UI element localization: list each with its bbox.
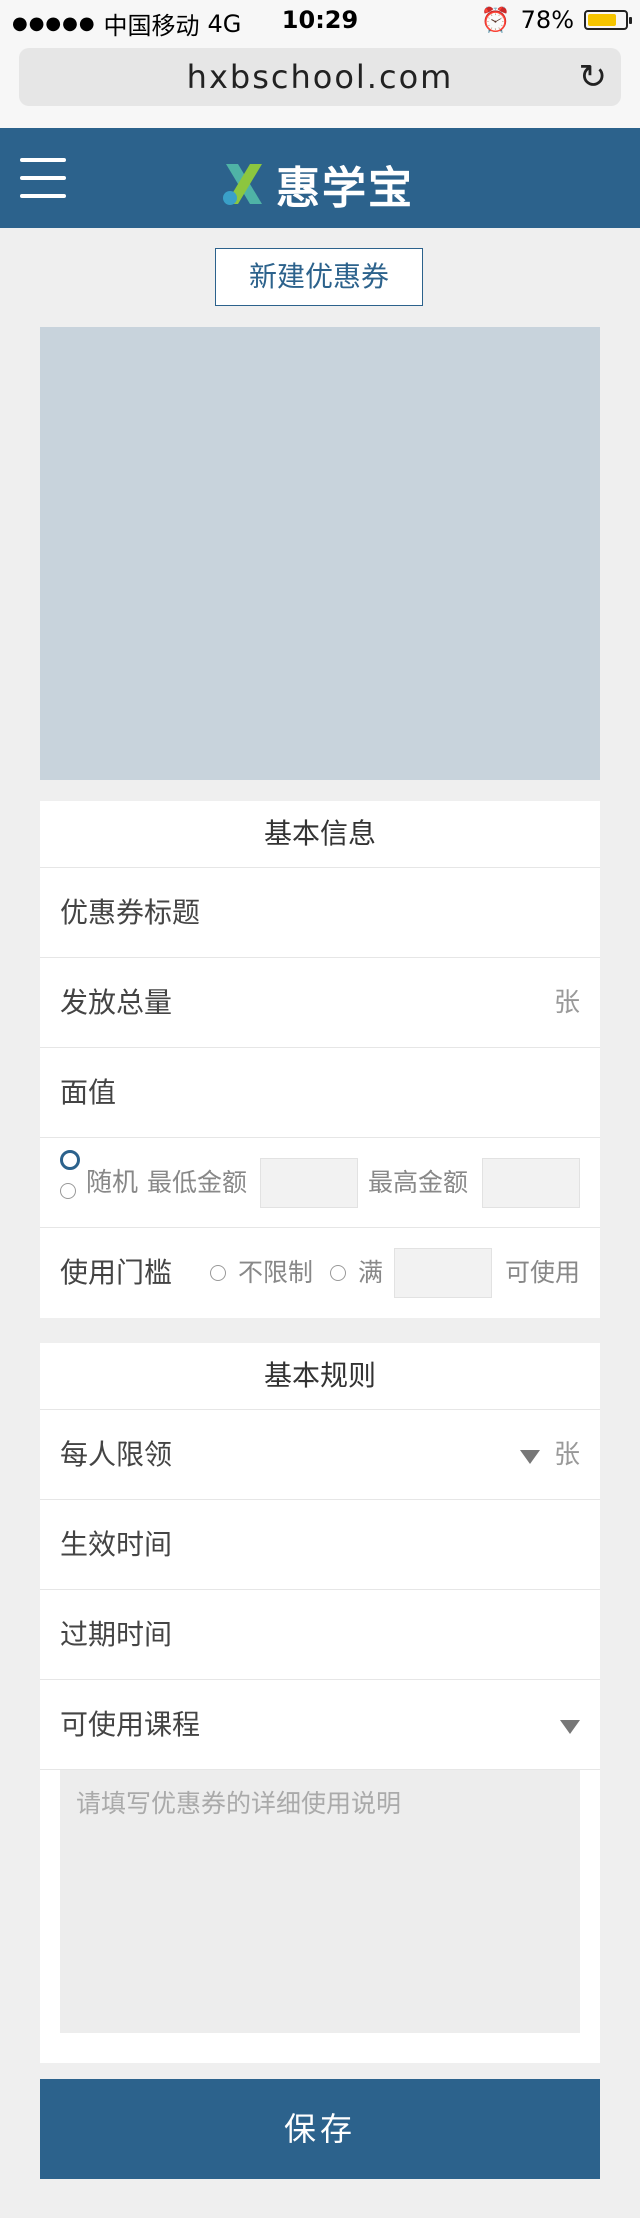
random-label: 随机: [86, 1168, 139, 1198]
courses-label: 可使用课程: [60, 1708, 201, 1741]
usable-label: 可使用: [504, 1258, 580, 1287]
full-label: 满: [358, 1258, 384, 1287]
full-radio[interactable]: [330, 1265, 346, 1281]
radio-selected-icon[interactable]: [60, 1150, 80, 1170]
max-amount-input[interactable]: [482, 1158, 580, 1208]
unlimited-label: 不限制: [238, 1258, 314, 1287]
random-amount-row: 随机 最低金额 最高金额: [40, 1138, 600, 1228]
battery-percent: 78%: [520, 6, 574, 34]
effective-time-label: 生效时间: [60, 1528, 173, 1561]
min-amount-label: 最低金额: [147, 1168, 248, 1197]
hamburger-icon[interactable]: [20, 158, 66, 198]
new-coupon-button[interactable]: 新建优惠券: [215, 248, 423, 306]
random-radio[interactable]: [60, 1183, 76, 1199]
face-value-row[interactable]: 面值: [40, 1048, 600, 1138]
total-quantity-unit: 张: [553, 988, 580, 1018]
chevron-down-icon[interactable]: [560, 1720, 580, 1734]
logo-icon: [223, 164, 262, 205]
effective-time-row[interactable]: 生效时间: [40, 1500, 600, 1590]
per-person-limit-unit: 张: [553, 1440, 580, 1470]
threshold-amount-input[interactable]: [394, 1248, 492, 1298]
coupon-title-row[interactable]: 优惠券标题: [40, 868, 600, 958]
coupon-title-label: 优惠券标题: [60, 896, 201, 929]
address-bar[interactable]: hxbschool.com ↻: [19, 48, 621, 106]
battery-fill: [588, 14, 616, 26]
basic-info-title: 基本信息: [40, 801, 600, 868]
description-textarea[interactable]: 请填写优惠券的详细使用说明: [60, 1770, 580, 2033]
status-bar: ●●●●● 中国移动 4G 10:29 ⏰ 78%: [0, 0, 640, 40]
reload-icon[interactable]: ↻: [579, 60, 608, 94]
app-header: 惠学宝: [0, 128, 640, 228]
brand-name: 惠学宝: [276, 163, 414, 214]
max-amount-label: 最高金额: [368, 1168, 469, 1197]
min-amount-input[interactable]: [260, 1158, 358, 1208]
save-button[interactable]: 保存: [40, 2079, 600, 2179]
expire-time-label: 过期时间: [60, 1618, 173, 1651]
threshold-row: 使用门槛 不限制 满 可使用: [40, 1228, 600, 1318]
alarm-icon: ⏰: [480, 6, 511, 34]
battery-icon: [584, 10, 632, 30]
basic-rules-card: 基本规则 每人限领 张 生效时间 过期时间 可使用课程 请填写优惠券的详细使用说…: [40, 1343, 600, 2063]
browser-bar: hxbschool.com ↻: [0, 40, 640, 128]
brand-logo[interactable]: 惠学宝: [218, 152, 414, 216]
description-row: 请填写优惠券的详细使用说明: [40, 1770, 600, 2063]
per-person-limit-label: 每人限领: [60, 1438, 173, 1471]
expire-time-row[interactable]: 过期时间: [40, 1590, 600, 1680]
total-quantity-label: 发放总量: [60, 986, 173, 1019]
per-person-limit-row[interactable]: 每人限领 张: [40, 1410, 600, 1500]
coupon-preview-image: [40, 327, 600, 780]
basic-rules-title: 基本规则: [40, 1343, 600, 1410]
chevron-down-icon[interactable]: [520, 1450, 540, 1464]
unlimited-radio[interactable]: [210, 1265, 226, 1281]
courses-row[interactable]: 可使用课程: [40, 1680, 600, 1770]
face-value-label: 面值: [60, 1076, 117, 1109]
status-right: ⏰ 78%: [480, 6, 632, 34]
total-quantity-row[interactable]: 发放总量 张: [40, 958, 600, 1048]
basic-info-card: 基本信息 优惠券标题 发放总量 张 面值 随机 最低金额 最高金额 使用门槛 不…: [40, 801, 600, 1318]
url-text[interactable]: hxbschool.com: [19, 48, 621, 106]
threshold-label: 使用门槛: [60, 1256, 173, 1289]
